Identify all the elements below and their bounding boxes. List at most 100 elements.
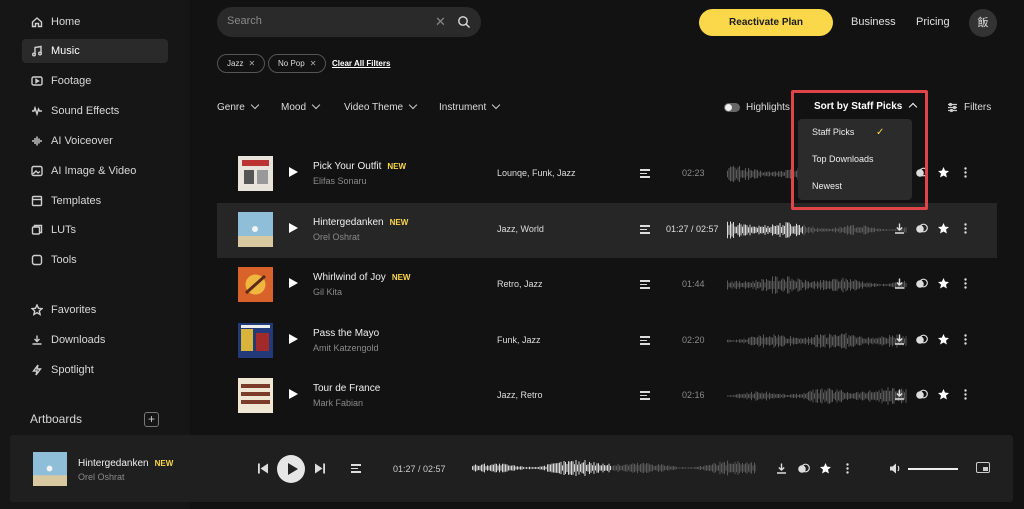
player-artist[interactable]: Orel Oshrat [78,472,125,482]
sidebar-item-downloads[interactable]: Downloads [22,328,168,352]
play-icon[interactable] [289,389,298,399]
waveform[interactable] [727,330,907,352]
track-title[interactable]: Whirlwind of Joy NEW [313,272,410,283]
skip-forward-icon[interactable] [315,463,325,474]
sidebar-item-ai-image-video[interactable]: AI Image & Video [22,159,168,183]
remove-chip-icon[interactable]: ✕ [248,59,255,68]
track-artist[interactable]: Mark Fabian [313,398,363,408]
similar-icon[interactable] [915,222,928,235]
star-icon[interactable] [937,388,950,401]
toggle-switch[interactable] [724,103,740,112]
mood-dropdown[interactable]: Mood [281,100,321,113]
download-icon[interactable] [893,333,906,346]
sidebar-item-home[interactable]: Home [22,10,168,34]
track-title[interactable]: Hintergedanken NEW [313,217,408,228]
remove-chip-icon[interactable]: ✕ [310,59,317,68]
mini-player-icon[interactable] [976,462,990,473]
track-artist[interactable]: Elifas Sonaru [313,176,367,186]
waveform[interactable] [727,274,907,296]
track-title[interactable]: Pass the Mayo [313,328,379,339]
new-badge: NEW [387,162,407,171]
track-artist[interactable]: Gil Kita [313,287,342,297]
play-icon[interactable] [289,223,298,233]
table-row[interactable]: Whirlwind of Joy NEW Gil Kita Retro, Jazz… [217,258,997,313]
album-cover [238,267,273,302]
sidebar-item-luts[interactable]: LUTs [22,218,168,242]
filter-chip-no-pop[interactable]: No Pop ✕ [268,54,327,73]
sidebar-item-footage[interactable]: Footage [22,69,168,93]
track-genres: Retro, Jazz [497,279,543,289]
play-icon[interactable] [289,167,298,177]
menu-lines-icon[interactable] [640,391,650,400]
instrument-dropdown[interactable]: Instrument [439,100,501,113]
menu-lines-icon[interactable] [640,280,650,289]
more-icon[interactable] [959,388,972,401]
waveform[interactable] [727,219,907,241]
volume-slider[interactable] [908,467,958,470]
table-row[interactable]: Tour de France Mark Fabian Jazz, Retro 0… [217,369,997,424]
table-row[interactable]: Pass the Mayo Amit Katzengold Funk, Jazz… [217,314,997,369]
more-icon[interactable] [841,462,854,475]
star-icon[interactable] [937,166,950,179]
filter-label: Mood [281,102,307,113]
star-icon[interactable] [937,277,950,290]
search-icon[interactable] [457,15,471,29]
templates-icon [31,195,43,207]
more-icon[interactable] [959,166,972,179]
filters-button[interactable]: Filters [947,102,991,113]
table-row[interactable]: Hintergedanken NEW Orel Oshrat Jazz, Worl… [217,203,997,258]
menu-lines-icon[interactable] [351,464,361,473]
sidebar-item-music[interactable]: Music [22,39,168,63]
track-title[interactable]: Tour de France [313,383,380,394]
star-icon[interactable] [937,333,950,346]
sidebar-item-ai-voiceover[interactable]: AI Voiceover [22,129,168,153]
more-icon[interactable] [959,333,972,346]
similar-icon[interactable] [797,462,810,475]
waveform-icon [31,105,43,117]
add-artboard-button[interactable]: + [144,412,159,427]
similar-icon[interactable] [915,388,928,401]
volume-icon[interactable] [889,462,902,475]
sidebar-item-templates[interactable]: Templates [22,189,168,213]
video-theme-dropdown[interactable]: Video Theme [344,100,418,113]
avatar[interactable]: 飯 [969,9,997,37]
search-input[interactable] [227,15,427,27]
track-artist[interactable]: Orel Oshrat [313,232,360,242]
download-icon[interactable] [775,462,788,475]
play-icon[interactable] [289,334,298,344]
menu-lines-icon[interactable] [640,169,650,178]
clear-all-filters-link[interactable]: Clear All Filters [332,59,390,68]
volume-control[interactable] [889,462,958,475]
similar-icon[interactable] [915,277,928,290]
download-icon[interactable] [893,277,906,290]
play-icon[interactable] [289,278,298,288]
waveform[interactable] [727,385,907,407]
pricing-link[interactable]: Pricing [916,16,950,28]
menu-lines-icon[interactable] [640,225,650,234]
download-icon[interactable] [893,388,906,401]
sidebar-item-tools[interactable]: Tools [22,248,168,272]
more-icon[interactable] [959,277,972,290]
highlights-toggle[interactable]: Highlights [724,102,790,113]
more-icon[interactable] [959,222,972,235]
sidebar-item-favorites[interactable]: Favorites [22,298,168,322]
play-button[interactable] [277,455,305,483]
clear-search-icon[interactable]: ✕ [435,14,446,30]
chevron-down-icon [250,100,260,110]
similar-icon[interactable] [915,333,928,346]
genre-dropdown[interactable]: Genre [217,100,260,113]
download-icon[interactable] [893,222,906,235]
track-artist[interactable]: Amit Katzengold [313,343,379,353]
sidebar-item-label: Sound Effects [51,105,120,117]
business-link[interactable]: Business [851,16,896,28]
skip-back-icon[interactable] [258,463,268,474]
filter-chip-jazz[interactable]: Jazz ✕ [217,54,266,73]
player-waveform[interactable] [472,457,756,479]
sidebar-item-spotlight[interactable]: Spotlight [22,358,168,382]
menu-lines-icon[interactable] [640,336,650,345]
star-icon[interactable] [819,462,832,475]
star-icon[interactable] [937,222,950,235]
reactivate-plan-button[interactable]: Reactivate Plan [699,9,833,36]
track-title[interactable]: Pick Your Outfit NEW [313,161,406,172]
sidebar-item-sound-effects[interactable]: Sound Effects [22,99,168,123]
